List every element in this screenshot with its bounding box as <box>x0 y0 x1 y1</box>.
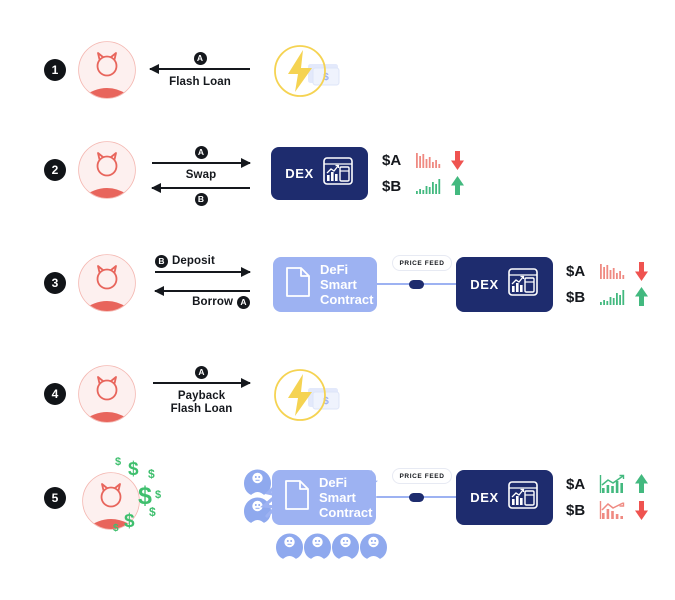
chart-down-icon <box>599 501 625 519</box>
arrow-right <box>155 267 251 277</box>
victim-avatar <box>276 530 303 565</box>
token-label-a: $A <box>566 475 586 493</box>
arrow-down-icon <box>451 151 464 170</box>
money-symbol: $ <box>113 523 119 534</box>
token-indicators-row5: $A $B <box>566 471 649 523</box>
dex-chart-icon <box>507 266 539 303</box>
flow-4-payback: A Payback Flash Loan <box>153 366 251 416</box>
flow-2-swap: A Swap B <box>151 146 251 206</box>
flow-badge-b: B <box>194 193 208 206</box>
hacker-avatar <box>76 252 138 314</box>
token-row-b: $B <box>382 173 465 199</box>
defi-label-line2: Smart <box>319 490 356 505</box>
arrow-left <box>151 183 250 193</box>
arrow-up-icon <box>451 176 464 195</box>
flash-loan-icon: $ <box>270 40 342 102</box>
flow-label-deposit: Deposit <box>172 255 215 267</box>
flow-label-flash-loan: Flash Loan <box>169 76 231 88</box>
dex-chart-icon <box>322 155 354 192</box>
token-row-a: $A <box>566 258 649 284</box>
dex-label: DEX <box>470 277 499 292</box>
sparkline-down-icon <box>600 264 625 279</box>
dex-block[interactable]: DEX <box>456 470 553 525</box>
flow-3-deposit-borrow: B Deposit Borrow A <box>154 255 251 309</box>
arrow-right <box>153 378 251 388</box>
defi-label-line1: DeFi <box>320 262 349 277</box>
money-symbol: $ <box>124 511 135 532</box>
victim-avatar <box>360 530 387 565</box>
hacker-avatar <box>76 363 138 425</box>
flow-badge-a: A <box>195 366 208 379</box>
step-badge-4: 4 <box>44 383 66 405</box>
victim-avatar <box>332 530 359 565</box>
money-symbol: $ <box>128 459 139 480</box>
flow-badge-a: A <box>194 146 208 159</box>
money-symbol: $ <box>115 456 122 468</box>
token-row-a: $A <box>382 147 465 173</box>
flow-badge-a: A <box>193 52 207 65</box>
defi-label-line3: Contract <box>320 292 374 307</box>
defi-contract-label: DeFi Smart Contract <box>320 262 373 307</box>
flow-badge-a: A <box>237 296 250 309</box>
price-feed-badge: PRICE FEED <box>392 468 452 484</box>
flow-label-payback-line1: Payback <box>177 390 226 402</box>
arrow-down-icon <box>635 501 648 520</box>
money-symbol: $ <box>155 489 162 501</box>
flow-label-borrow: Borrow <box>192 296 233 308</box>
defi-contract-label: DeFi Smart Contract <box>319 475 372 520</box>
dex-label: DEX <box>285 166 314 181</box>
flash-loan-icon: $ <box>270 364 342 426</box>
token-indicators-row3: $A $B <box>566 258 649 310</box>
token-row-b: $B <box>566 284 649 310</box>
token-row-a: $A <box>566 471 649 497</box>
step-badge-5: 5 <box>44 487 66 509</box>
diagram-canvas: 1 A Flash Loan $ 2 A Swap B DEX $A $B 3 … <box>0 0 675 600</box>
step-badge-2: 2 <box>44 159 66 181</box>
price-feed-node <box>409 280 424 289</box>
dex-block[interactable]: DEX <box>456 257 553 312</box>
price-feed-node <box>409 493 424 502</box>
dex-block[interactable]: DEX <box>271 147 368 200</box>
flow-1-flash-loan: A Flash Loan <box>149 52 250 89</box>
token-label-b: $B <box>566 501 586 519</box>
money-symbol: $ <box>149 505 156 519</box>
defi-label-line1: DeFi <box>319 475 348 490</box>
token-label-a: $A <box>382 151 402 169</box>
sparkline-down-icon <box>416 153 441 168</box>
step-badge-1: 1 <box>44 59 66 81</box>
sparkline-up-icon <box>416 179 441 194</box>
token-label-b: $B <box>382 177 402 195</box>
document-icon <box>284 479 310 516</box>
arrow-left <box>149 64 250 74</box>
hacker-avatar <box>76 39 138 101</box>
price-feed-badge: PRICE FEED <box>392 255 452 271</box>
token-label-b: $B <box>566 288 586 306</box>
defi-label-line2: Smart <box>320 277 357 292</box>
victim-avatar <box>304 530 331 565</box>
arrow-up-icon <box>635 474 648 493</box>
flow-badge-b: B <box>155 255 168 268</box>
sparkline-up-icon <box>600 290 625 305</box>
arrow-up-icon <box>635 287 648 306</box>
arrow-left <box>154 286 250 296</box>
dex-label: DEX <box>470 490 499 505</box>
document-icon <box>285 266 311 303</box>
token-label-a: $A <box>566 262 586 280</box>
step-badge-3: 3 <box>44 272 66 294</box>
arrow-right <box>152 158 251 168</box>
arrow-down-icon <box>635 262 648 281</box>
token-row-b: $B <box>566 497 649 523</box>
defi-smart-contract-broken[interactable]: DeFi Smart Contract <box>272 470 376 525</box>
flow-label-swap: Swap <box>185 169 217 181</box>
flow-label-payback-line2: Flash Loan <box>170 403 233 415</box>
defi-label-line3: Contract <box>319 505 373 520</box>
hacker-avatar <box>76 139 138 201</box>
chart-up-icon <box>599 474 625 493</box>
defi-smart-contract[interactable]: DeFi Smart Contract <box>273 257 377 312</box>
token-indicators-row2: $A $B <box>382 147 465 199</box>
money-symbol: $ <box>148 467 155 481</box>
dex-chart-icon <box>507 479 539 516</box>
